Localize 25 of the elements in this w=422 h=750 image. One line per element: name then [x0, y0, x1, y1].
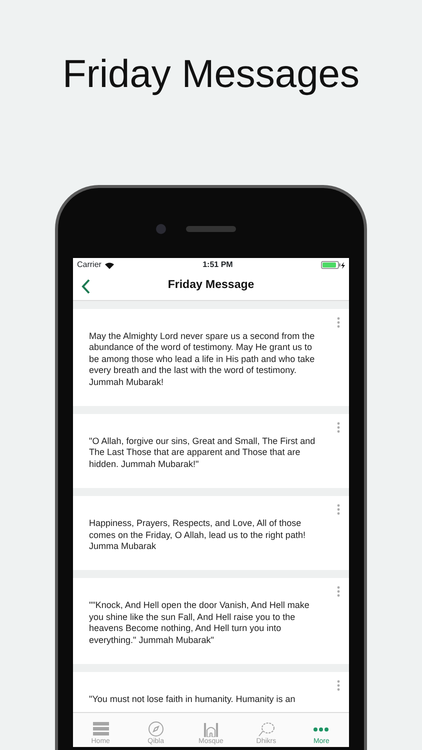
compass-icon	[148, 721, 164, 737]
more-options-icon[interactable]	[337, 422, 340, 434]
more-options-icon[interactable]	[337, 680, 340, 692]
screen-title: Friday Message	[168, 278, 254, 294]
speaker-icon	[186, 226, 236, 232]
more-options-icon[interactable]	[337, 317, 340, 328]
more-options-icon[interactable]	[337, 504, 340, 516]
message-text: "You must not lose faith in humanity. Humanity is an	[89, 694, 296, 706]
battery-icon	[321, 261, 341, 269]
headline: Friday Messages	[62, 52, 360, 98]
more-options-icon[interactable]	[337, 586, 340, 598]
list-icon	[92, 722, 109, 736]
message-text: "O Allah, forgive our sins, Great and Small, The First and The Last Those that are apparent and Those that are hidden. Jummah Mubarak!"	[89, 436, 316, 470]
status-time: 1:51 PM	[202, 259, 233, 271]
carrier-label: Carrier	[77, 259, 102, 271]
camera-icon	[156, 224, 166, 234]
mosque-icon	[203, 721, 219, 737]
prayer-beads-icon	[257, 721, 276, 737]
wifi-icon	[105, 262, 114, 268]
message-text: Happiness, Prayers, Respects, and Love, All of those comes on the Friday, O Allah, lead us to the right path! Jumma Mubarak	[89, 518, 306, 552]
message-text: May the Almighty Lord never spare us a second from the abundance of the word of testimony. May He grant us to be among those who lead a life in His path and who take every breath and the last with the word of testimony. Jummah Mubarak!	[89, 331, 316, 388]
charging-icon	[341, 262, 345, 268]
back-icon[interactable]	[81, 279, 90, 294]
message-text: ""Knock, And Hell open the door Vanish, And Hell make you shine like the sun Fall, And Hell raise you to the heavens Become nothing, And Hell turn you into everything." Jummah Mubarak"	[89, 600, 310, 646]
more-icon	[313, 726, 330, 732]
